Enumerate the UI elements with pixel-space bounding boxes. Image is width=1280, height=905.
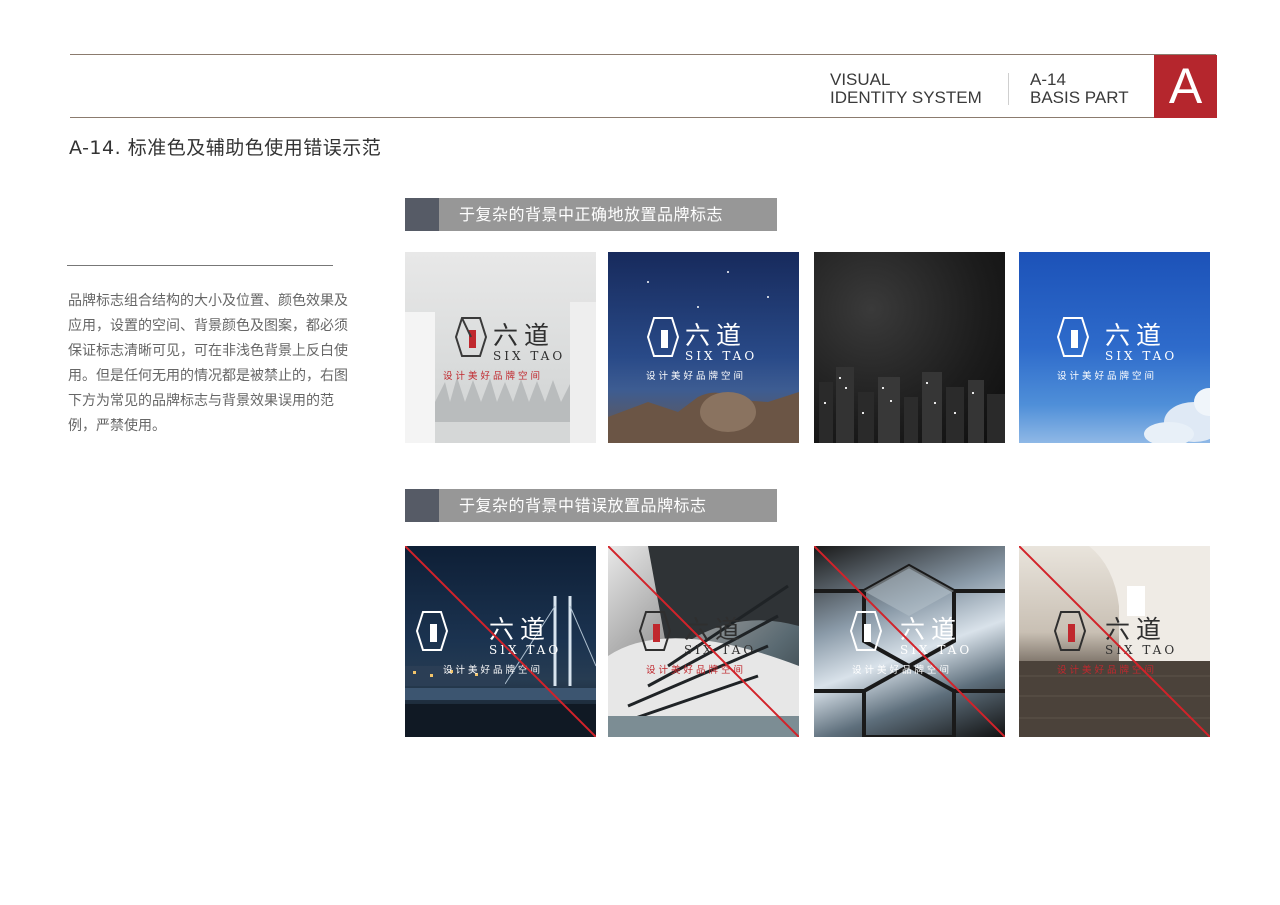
section-badge: A [1154,55,1217,118]
logo-name-en: SIX TAO [1105,349,1178,363]
header-part-line2: BASIS PART [1030,88,1129,107]
section-header-correct: 于复杂的背景中正确地放置品牌标志 [405,198,777,231]
dark-city-scene-image [819,367,1005,443]
correct-tile-fog: 六道 SIX TAO 设计美好品牌空间 [405,252,596,443]
wrong-tile-mirror: 六道 SIX TAO 设计美好品牌空间 [814,546,1005,737]
logo-name-en: SIX TAO [493,349,566,363]
section-label: 于复杂的背景中正确地放置品牌标志 [459,205,724,224]
logo-name-en: SIX TAO [685,349,758,363]
header-system-title: VISUAL IDENTITY SYSTEM [830,71,982,107]
logo-tagline: 设计美好品牌空间 [646,371,747,382]
wrong-tile-stone-room: 六道 SIX TAO 设计美好品牌空间 [1019,546,1210,737]
wrong-tile-night-bridge: 六道 SIX TAO 设计美好品牌空间 [405,546,596,737]
correct-tile-sky: 六道 SIX TAO 设计美好品牌空间 [1019,252,1210,443]
logo-name-zh: 六道 [493,321,556,350]
header-divider [1008,73,1009,105]
brand-logo: 六道 SIX TAO 设计美好品牌空间 [1019,252,1210,443]
description-text: 品牌标志组合结构的大小及位置、颜色效果及应用，设置的空间、背景颜色及图案，都必须… [68,293,348,434]
prohibited-slash-icon [405,546,596,737]
logo-tagline: 设计美好品牌空间 [1057,371,1158,382]
logo-name-zh: 六道 [1105,321,1168,350]
brand-logo: 六道 SIX TAO 设计美好品牌空间 [405,252,596,443]
prohibited-slash-icon [1019,546,1210,737]
prohibited-slash-icon [814,546,1005,737]
header-part-title: A-14 BASIS PART [1030,71,1129,107]
correct-tile-night: 六道 SIX TAO 设计美好品牌空间 [608,252,799,443]
logo-name-zh: 六道 [685,321,748,350]
section-chip [405,489,439,522]
section-header-wrong: 于复杂的背景中错误放置品牌标志 [405,489,777,522]
description-rule [67,265,333,266]
header-system-line1: VISUAL [830,70,891,89]
section-chip [405,198,439,231]
header-bottom-rule [70,117,1154,118]
header-part-line1: A-14 [1030,70,1066,89]
correct-tile-dark-city [814,252,1005,443]
header-system-line2: IDENTITY SYSTEM [830,88,982,107]
section-label: 于复杂的背景中错误放置品牌标志 [459,496,707,515]
logo-tagline: 设计美好品牌空间 [443,371,544,382]
wrong-tile-structure: 六道 SIX TAO 设计美好品牌空间 [608,546,799,737]
prohibited-slash-icon [608,546,799,737]
header-top-rule [70,54,1216,55]
page-title: A-14. 标准色及辅助色使用错误示范 [69,137,382,159]
brand-logo: 六道 SIX TAO 设计美好品牌空间 [608,252,799,443]
